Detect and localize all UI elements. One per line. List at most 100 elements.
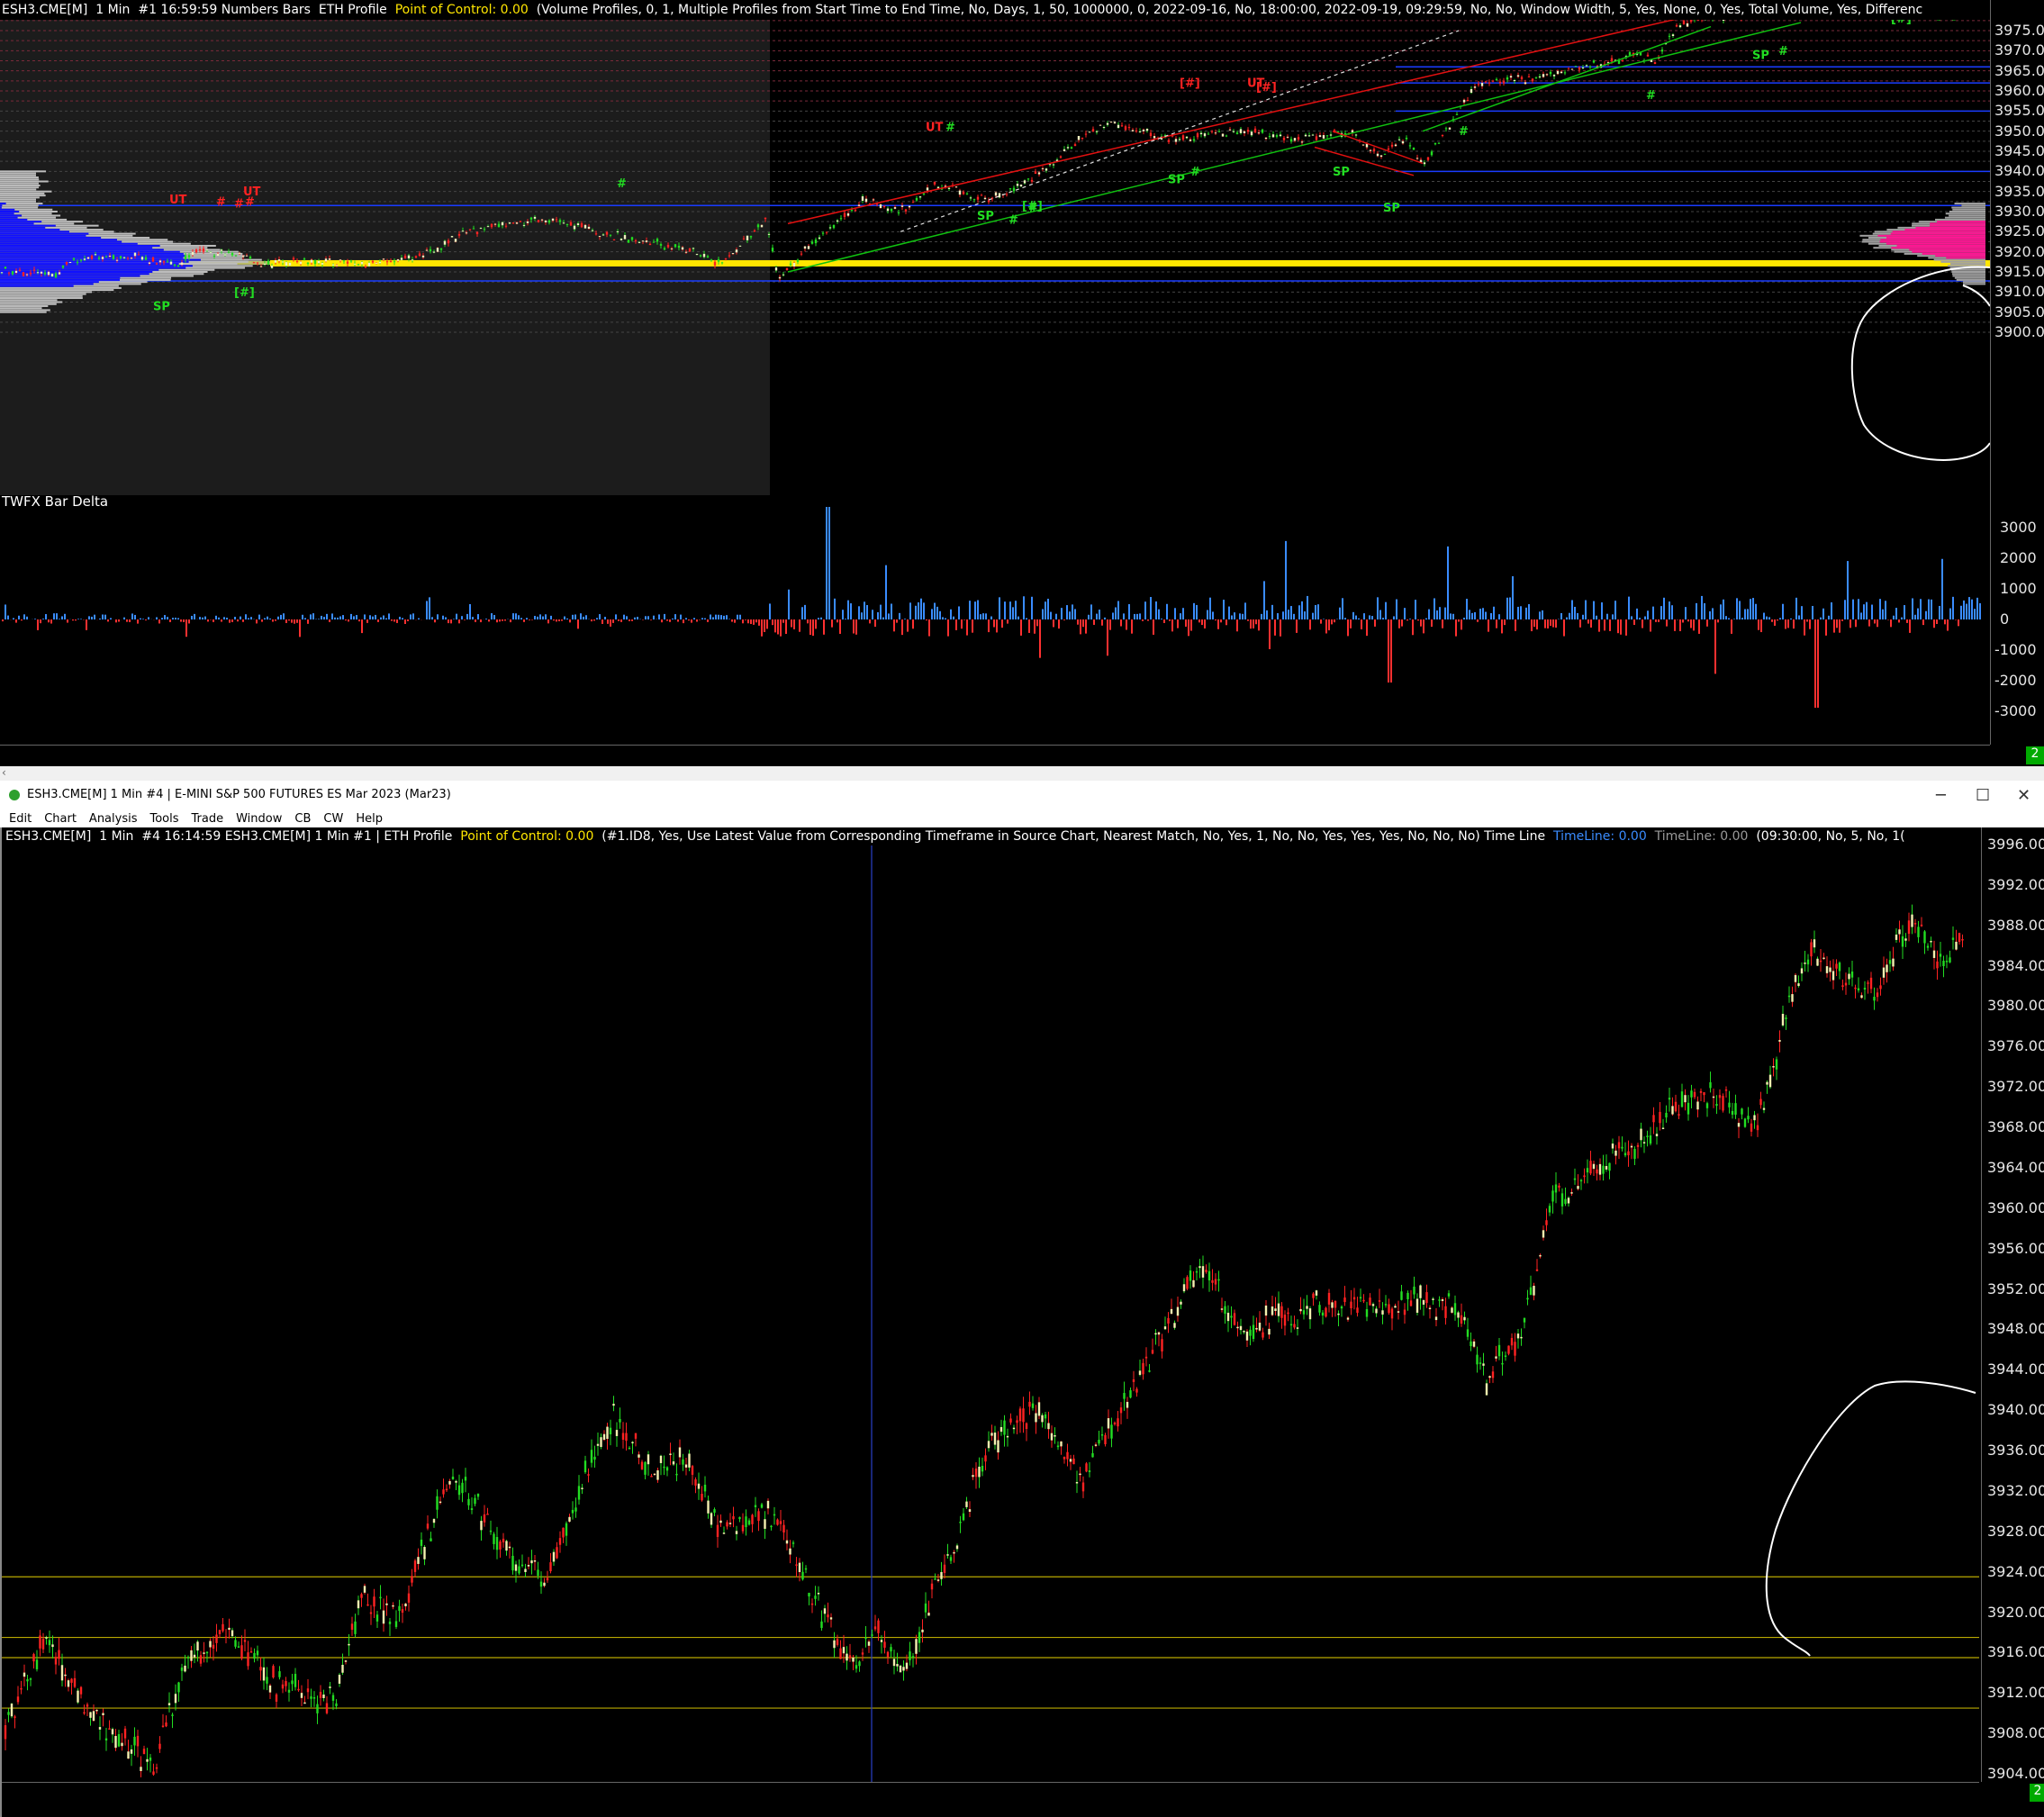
delta-bar — [202, 617, 203, 619]
minimize-button[interactable]: ─ — [1936, 786, 1946, 805]
bottom-chart-window[interactable]: ESH3.CME[M] 1 Min #4 16:14:59 ESH3.CME[M… — [0, 827, 2044, 1817]
candle-body — [169, 261, 173, 265]
bottom-price-chart-canvas[interactable] — [2, 845, 1979, 1782]
menu-edit[interactable]: Edit — [9, 811, 32, 827]
volume-profile-value-area — [0, 244, 160, 247]
candle-body — [778, 276, 782, 279]
candle-body — [375, 262, 378, 264]
delta-bar — [1520, 606, 1522, 619]
horizontal-scrollbar[interactable]: ‹ — [0, 766, 2044, 781]
candle-body — [600, 1437, 602, 1448]
candle-body — [1610, 58, 1614, 62]
top-price-axis[interactable]: 3975.003970.003965.003960.003955.003950.… — [1990, 0, 2044, 745]
candle-body — [1495, 78, 1498, 80]
delta-bar — [350, 613, 352, 619]
menu-cw[interactable]: CW — [323, 811, 343, 827]
delta-tick: -2000 — [1994, 672, 2037, 689]
delta-bar — [67, 619, 68, 623]
price-tick: 3992.00 — [1987, 875, 2044, 893]
candle-body — [68, 261, 72, 263]
delta-bar — [1717, 619, 1719, 623]
delta-bar — [234, 617, 236, 619]
candle-body — [574, 1507, 577, 1512]
scroll-left-icon[interactable]: ‹ — [2, 766, 6, 779]
candle-body — [1120, 125, 1124, 127]
candle-body — [1434, 142, 1437, 145]
candle-body — [112, 255, 115, 259]
delta-bar — [1642, 619, 1643, 628]
volume-profile-value-area — [0, 247, 153, 249]
window-titlebar[interactable]: ESH3.CME[M] 1 Min #4 | E-MINI S&P 500 FU… — [0, 781, 2044, 811]
candle-body — [722, 1532, 726, 1534]
close-button[interactable]: ✕ — [2017, 786, 2030, 805]
candle-body — [1524, 82, 1527, 85]
candle-body — [1228, 129, 1232, 131]
menu-analysis[interactable]: Analysis — [89, 811, 138, 827]
delta-bar — [1217, 619, 1219, 629]
candle-body — [1233, 1313, 1236, 1325]
right-profile-value-area — [1922, 252, 1985, 255]
delta-bar — [1439, 607, 1441, 619]
candle-body — [1129, 1390, 1132, 1398]
candle-body — [663, 1466, 665, 1469]
delta-bar — [831, 619, 833, 628]
delta-bar — [1858, 599, 1859, 619]
candle-body — [1477, 84, 1480, 86]
volume-profile-bar — [0, 294, 83, 297]
candle-body — [978, 1466, 981, 1478]
delta-bar — [1682, 619, 1684, 623]
delta-bar — [720, 615, 722, 619]
candle-body — [1506, 77, 1509, 80]
candle-body — [1567, 68, 1570, 70]
delta-bar — [531, 619, 533, 620]
symbol: ESH3.CME[M] — [5, 829, 92, 844]
menu-chart[interactable]: Chart — [44, 811, 77, 827]
delta-bar — [561, 619, 563, 621]
candle-body — [220, 249, 223, 251]
menu-tools[interactable]: Tools — [149, 811, 178, 827]
top-chart-window[interactable]: ESH3.CME[M] 1 Min #1 16:59:59 Numbers Ba… — [0, 0, 2044, 770]
candle-body — [519, 221, 522, 222]
candle-body — [767, 233, 771, 235]
candle-body — [1075, 1481, 1079, 1484]
delta-bar — [64, 613, 66, 619]
candle-body — [1448, 127, 1452, 130]
menu-help[interactable]: Help — [356, 811, 383, 827]
candle-body — [638, 241, 641, 243]
delta-bar — [1774, 619, 1776, 626]
candle-body — [420, 1539, 423, 1546]
bottom-time-axis[interactable] — [2, 1782, 1979, 1804]
delta-bar — [1123, 613, 1125, 619]
candle-body — [1715, 1104, 1718, 1107]
delta-bar — [356, 615, 357, 619]
candle-body — [1070, 147, 1073, 149]
delta-bar — [377, 619, 379, 622]
marker-ut: UT — [169, 194, 187, 207]
menu-cb[interactable]: CB — [294, 811, 311, 827]
bottom-price-axis[interactable]: 3996.00 3992.00 3988.00 3984.00 3980.00 3976.… — [1981, 827, 2044, 1782]
delta-bar — [1631, 616, 1632, 619]
green-channel-line — [787, 22, 1802, 273]
menu-trade[interactable]: Trade — [192, 811, 224, 827]
delta-bar — [1966, 603, 1967, 619]
candle-body — [861, 1652, 864, 1655]
price-chart-canvas[interactable]: SPSPSPSPSPSPUTUTUTUT# # #########[#][#][#]… — [0, 20, 1990, 745]
candle-body — [324, 258, 328, 262]
delta-bar — [788, 589, 790, 619]
delta-bar — [194, 613, 195, 619]
delta-bar — [410, 614, 412, 619]
candle-body — [1778, 1040, 1781, 1042]
right-profile-bar — [1954, 203, 1985, 205]
candle-body — [537, 220, 540, 222]
top-time-axis[interactable] — [0, 745, 1990, 767]
candle-body — [133, 252, 137, 257]
delta-bar — [653, 615, 655, 619]
menu-window[interactable]: Window — [236, 811, 282, 827]
delta-bar — [431, 617, 433, 619]
maximize-button[interactable]: ☐ — [1976, 786, 1990, 805]
delta-bar — [1150, 597, 1152, 619]
candle-body — [1354, 134, 1358, 136]
delta-bar — [275, 619, 276, 621]
delta-bar — [1220, 619, 1222, 623]
candle-body — [969, 197, 972, 199]
